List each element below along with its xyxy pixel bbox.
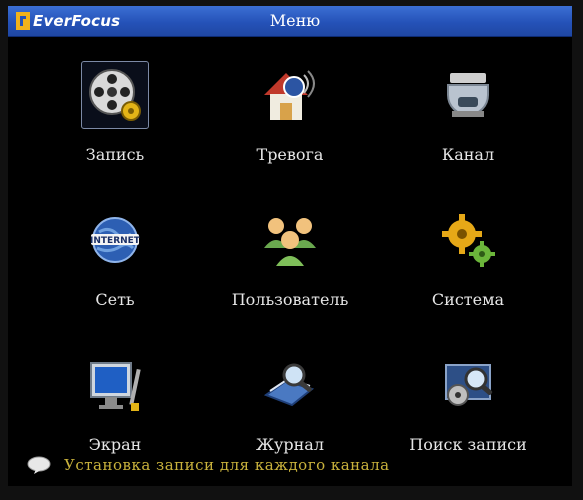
title-bar: EverFocus Меню [8,6,572,37]
menu-item-log[interactable]: Журнал [205,327,375,457]
menu-item-alarm[interactable]: Тревога [205,37,375,167]
menu-item-record-search[interactable]: Поиск записи [383,327,553,457]
alarm-house-icon [264,70,315,120]
menu-item-system[interactable]: Система [383,182,553,312]
menu-item-label: Запись [85,145,145,164]
film-reel-icon [89,69,141,121]
menu-item-label: Система [431,290,505,309]
page-title: Меню [269,11,321,30]
menu-item-label: Канал [441,145,495,164]
monitor-icon [90,362,141,411]
menu-item-label: Тревога [256,145,324,164]
svg-text:INTERNET: INTERNET [90,236,141,246]
record-search-icon [445,364,493,406]
menu-item-record-focus [81,61,149,129]
status-hint: Установка записи для каждого канала [64,456,390,474]
internet-globe-icon: INTERNET [90,217,141,263]
speech-bubble-icon [27,456,51,474]
menu-item-record[interactable]: Запись [30,37,200,167]
menu-item-label: Сеть [95,290,135,309]
gears-icon [442,214,495,267]
dome-camera-icon [447,73,489,117]
status-bar: Установка записи для каждого канала [8,452,572,478]
menu-item-user[interactable]: Пользователь [205,182,375,312]
users-icon [264,218,316,266]
dvr-menu-screen: EverFocus Меню Запись Тревога Канал INTE… [0,0,583,500]
menu-panel: Запись Тревога Канал INTERNET Сеть Польз… [8,37,572,486]
log-search-icon [263,363,315,407]
menu-item-network[interactable]: INTERNET Сеть [30,182,200,312]
menu-item-channel[interactable]: Канал [383,37,553,167]
menu-item-display[interactable]: Экран [30,327,200,457]
menu-item-label: Пользователь [231,290,349,309]
